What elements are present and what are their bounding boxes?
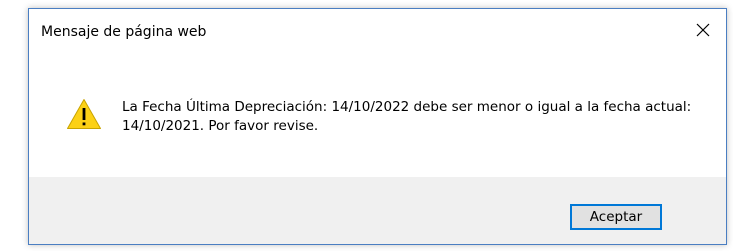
dialog-title: Mensaje de página web: [41, 24, 207, 40]
dialog-content: La Fecha Última Depreciación: 14/10/2022…: [29, 51, 726, 177]
dialog-titlebar[interactable]: Mensaje de página web: [29, 9, 726, 51]
message-dialog: Mensaje de página web La Fecha Última De…: [28, 8, 727, 245]
accept-button[interactable]: Aceptar: [570, 204, 662, 230]
warning-icon: [67, 99, 101, 129]
close-button[interactable]: [680, 9, 726, 51]
close-icon: [696, 23, 710, 37]
dialog-message: La Fecha Última Depreciación: 14/10/2022…: [122, 99, 692, 134]
dialog-footer: Aceptar: [29, 177, 726, 244]
